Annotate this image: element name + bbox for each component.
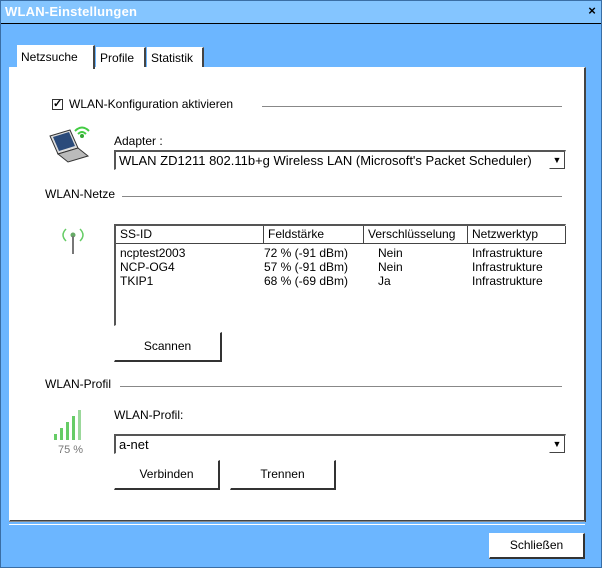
connect-button[interactable]: Verbinden <box>114 460 220 490</box>
table-row[interactable]: TKIP1 68 % (-69 dBm) Ja Infrastrukture <box>116 274 564 288</box>
cell-type: Infrastrukture <box>472 274 543 288</box>
antenna-icon <box>56 224 90 259</box>
close-icon[interactable]: × <box>585 4 599 18</box>
divider <box>262 106 562 108</box>
divider <box>9 521 585 525</box>
profile-value: a-net <box>119 437 149 452</box>
cell-ssid: TKIP1 <box>120 274 154 288</box>
cell-encryption: Nein <box>378 246 403 260</box>
cell-encryption: Ja <box>378 274 391 288</box>
close-dialog-button[interactable]: Schließen <box>489 533 585 559</box>
scan-button[interactable]: Scannen <box>114 332 222 362</box>
column-header-signal[interactable]: Feldstärke <box>264 226 364 244</box>
tab-statistik[interactable]: Statistik <box>147 47 204 67</box>
column-header-encryption[interactable]: Verschlüsselung <box>364 226 468 244</box>
profile-select[interactable]: a-net ▼ <box>114 434 566 454</box>
tab-panel: ✓ WLAN-Konfiguration aktivieren Adapter … <box>9 67 586 522</box>
laptop-wlan-icon <box>44 126 94 169</box>
profile-field-label: WLAN-Profil: <box>114 408 184 422</box>
chevron-down-icon[interactable]: ▼ <box>549 152 565 169</box>
signal-percent: 75 % <box>58 444 84 456</box>
dialog-window: WLAN-Einstellungen × Netzsuche Profile S… <box>0 0 602 568</box>
table-row[interactable]: NCP-OG4 57 % (-91 dBm) Nein Infrastruktu… <box>116 260 564 274</box>
cell-signal: 57 % (-91 dBm) <box>264 260 349 274</box>
cell-signal: 68 % (-69 dBm) <box>264 274 349 288</box>
network-table[interactable]: SS-ID Feldstärke Verschlüsselung Netzwer… <box>114 224 566 326</box>
title-bar[interactable]: WLAN-Einstellungen × <box>1 1 601 24</box>
cell-signal: 72 % (-91 dBm) <box>264 246 349 260</box>
disconnect-button[interactable]: Trennen <box>230 460 336 490</box>
column-header-ssid[interactable]: SS-ID <box>116 226 264 244</box>
tab-profile[interactable]: Profile <box>96 47 146 67</box>
cell-type: Infrastrukture <box>472 246 543 260</box>
profile-group-label: WLAN-Profil <box>42 377 115 391</box>
tab-netzsuche[interactable]: Netzsuche <box>17 45 95 69</box>
adapter-label: Adapter : <box>114 134 163 148</box>
window-title: WLAN-Einstellungen <box>5 4 138 19</box>
cell-ssid: NCP-OG4 <box>120 260 175 274</box>
signal-strength-icon <box>50 408 90 445</box>
networks-group-label: WLAN-Netze <box>42 187 119 201</box>
cell-type: Infrastrukture <box>472 260 543 274</box>
divider <box>120 386 562 388</box>
cell-ssid: ncptest2003 <box>120 246 186 260</box>
wlan-config-label: WLAN-Konfiguration aktivieren <box>66 97 237 111</box>
divider <box>122 196 562 198</box>
cell-encryption: Nein <box>378 260 403 274</box>
adapter-select[interactable]: WLAN ZD1211 802.11b+g Wireless LAN (Micr… <box>114 150 566 170</box>
column-header-type[interactable]: Netzwerktyp <box>468 226 566 244</box>
wlan-config-checkbox[interactable]: ✓ <box>52 99 63 110</box>
table-row[interactable]: ncptest2003 72 % (-91 dBm) Nein Infrastr… <box>116 246 564 260</box>
adapter-value: WLAN ZD1211 802.11b+g Wireless LAN (Micr… <box>119 153 532 168</box>
chevron-down-icon[interactable]: ▼ <box>549 436 565 453</box>
